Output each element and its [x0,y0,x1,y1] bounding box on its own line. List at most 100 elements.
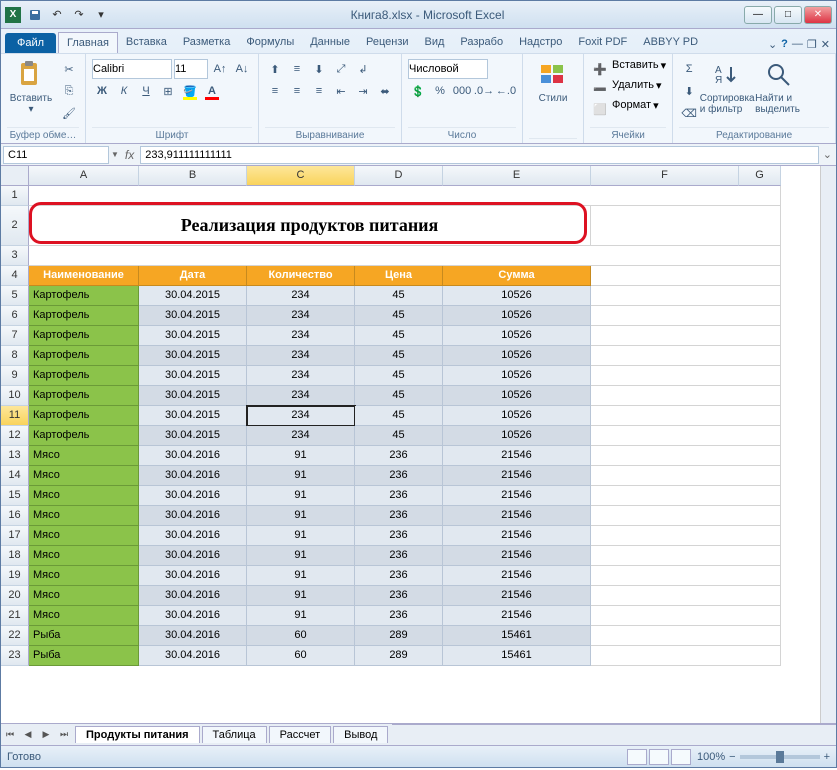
zoom-slider[interactable] [740,755,820,759]
align-middle-button[interactable]: ≡ [287,59,307,79]
row-header-22[interactable]: 22 [1,626,29,646]
cell-qty-22[interactable]: 60 [247,626,355,646]
cell-date-23[interactable]: 30.04.2016 [139,646,247,666]
cell-sum-14[interactable]: 21546 [443,466,591,486]
maximize-button[interactable]: □ [774,6,802,24]
row-header-6[interactable]: 6 [1,306,29,326]
cell-date-7[interactable]: 30.04.2015 [139,326,247,346]
cell-date-12[interactable]: 30.04.2015 [139,426,247,446]
cell-price-6[interactable]: 45 [355,306,443,326]
cell-name-20[interactable]: Мясо [29,586,139,606]
cell-name-18[interactable]: Мясо [29,546,139,566]
zoom-in-button[interactable]: + [824,751,830,763]
align-right-button[interactable]: ≡ [309,81,329,101]
cell-price-7[interactable]: 45 [355,326,443,346]
cell-empty-14f[interactable] [591,466,781,486]
cell-empty-20f[interactable] [591,586,781,606]
select-all-corner[interactable] [1,166,29,186]
cell-sum-5[interactable]: 10526 [443,286,591,306]
cell-name-14[interactable]: Мясо [29,466,139,486]
increase-decimal-button[interactable]: .0→ [474,81,494,101]
row-header-3[interactable]: 3 [1,246,29,266]
row-header-4[interactable]: 4 [1,266,29,286]
namebox-dropdown-icon[interactable]: ▼ [111,150,119,159]
cell-name-9[interactable]: Картофель [29,366,139,386]
row-header-17[interactable]: 17 [1,526,29,546]
number-format-combo[interactable] [408,59,488,79]
grid-body[interactable]: 12Реализация продуктов питания34Наименов… [1,186,820,723]
cell-name-17[interactable]: Мясо [29,526,139,546]
cell-price-18[interactable]: 236 [355,546,443,566]
cell-name-19[interactable]: Мясо [29,566,139,586]
cell-empty-6f[interactable] [591,306,781,326]
doc-restore-button[interactable]: ❐ [807,38,817,51]
cell-date-20[interactable]: 30.04.2016 [139,586,247,606]
sheet-tab-3[interactable]: Вывод [333,726,388,743]
cell-name-22[interactable]: Рыба [29,626,139,646]
cell-date-16[interactable]: 30.04.2016 [139,506,247,526]
row-header-23[interactable]: 23 [1,646,29,666]
cell-name-13[interactable]: Мясо [29,446,139,466]
sheet-tab-0[interactable]: Продукты питания [75,726,200,743]
ribbon-tab-6[interactable]: Вид [417,32,453,53]
ribbon-tab-4[interactable]: Данные [302,32,358,53]
cell-empty-8f[interactable] [591,346,781,366]
find-select-button[interactable]: Найти и выделить [755,59,803,115]
clear-button[interactable]: ⌫ [679,103,699,123]
percent-button[interactable]: % [430,81,450,101]
cell-qty-15[interactable]: 91 [247,486,355,506]
cell-price-23[interactable]: 289 [355,646,443,666]
row-header-21[interactable]: 21 [1,606,29,626]
sheet-tab-2[interactable]: Рассчет [269,726,332,743]
cell-sum-21[interactable]: 21546 [443,606,591,626]
cell-date-9[interactable]: 30.04.2015 [139,366,247,386]
cell-price-22[interactable]: 289 [355,626,443,646]
font-name-combo[interactable] [92,59,172,79]
zoom-out-button[interactable]: − [729,751,735,763]
styles-button[interactable]: Стили [529,59,577,104]
cell-empty-13f[interactable] [591,446,781,466]
align-bottom-button[interactable]: ⬇ [309,59,329,79]
border-button[interactable]: ⊞ [158,81,178,101]
col-header-A[interactable]: A [29,166,139,186]
cell-date-19[interactable]: 30.04.2016 [139,566,247,586]
decrease-font-button[interactable]: A↓ [232,59,252,79]
cell-name-5[interactable]: Картофель [29,286,139,306]
cell-sum-18[interactable]: 21546 [443,546,591,566]
orientation-button[interactable]: ⤢ [331,59,351,79]
redo-button[interactable]: ↷ [69,5,89,25]
ribbon-tab-9[interactable]: Foxit PDF [570,32,635,53]
cell-empty-7f[interactable] [591,326,781,346]
font-color-button[interactable]: А [202,81,222,101]
cell-date-15[interactable]: 30.04.2016 [139,486,247,506]
cell-date-18[interactable]: 30.04.2016 [139,546,247,566]
undo-button[interactable]: ↶ [47,5,67,25]
cell-empty-11f[interactable] [591,406,781,426]
cell-qty-5[interactable]: 234 [247,286,355,306]
align-center-button[interactable]: ≡ [287,81,307,101]
cell-empty-5f[interactable] [591,286,781,306]
copy-button[interactable]: ⎘ [59,81,79,101]
ribbon-minimize-icon[interactable]: ⌄ [768,38,777,51]
cell-price-11[interactable]: 45 [355,406,443,426]
cells-format-button[interactable]: ⬜Формат ▾ [590,99,659,119]
cell-qty-7[interactable]: 234 [247,326,355,346]
cell-price-13[interactable]: 236 [355,446,443,466]
col-header-F[interactable]: F [591,166,739,186]
cell-empty-16f[interactable] [591,506,781,526]
sheet-nav-prev[interactable]: ◀ [19,729,37,740]
sheet-nav-next[interactable]: ▶ [37,729,55,740]
ribbon-tab-10[interactable]: ABBYY PD [635,32,706,53]
cell-name-15[interactable]: Мясо [29,486,139,506]
paste-dropdown-icon[interactable]: ▾ [28,104,33,115]
fx-icon[interactable]: fx [119,148,140,162]
cell-qty-16[interactable]: 91 [247,506,355,526]
cell-qty-17[interactable]: 91 [247,526,355,546]
ribbon-tab-3[interactable]: Формулы [238,32,302,53]
cell-price-9[interactable]: 45 [355,366,443,386]
cell-price-17[interactable]: 236 [355,526,443,546]
cell-price-21[interactable]: 236 [355,606,443,626]
sheet-nav-first[interactable]: ⏮ [1,729,19,740]
cell-sum-10[interactable]: 10526 [443,386,591,406]
cells-delete-button[interactable]: ➖Удалить ▾ [590,79,662,99]
